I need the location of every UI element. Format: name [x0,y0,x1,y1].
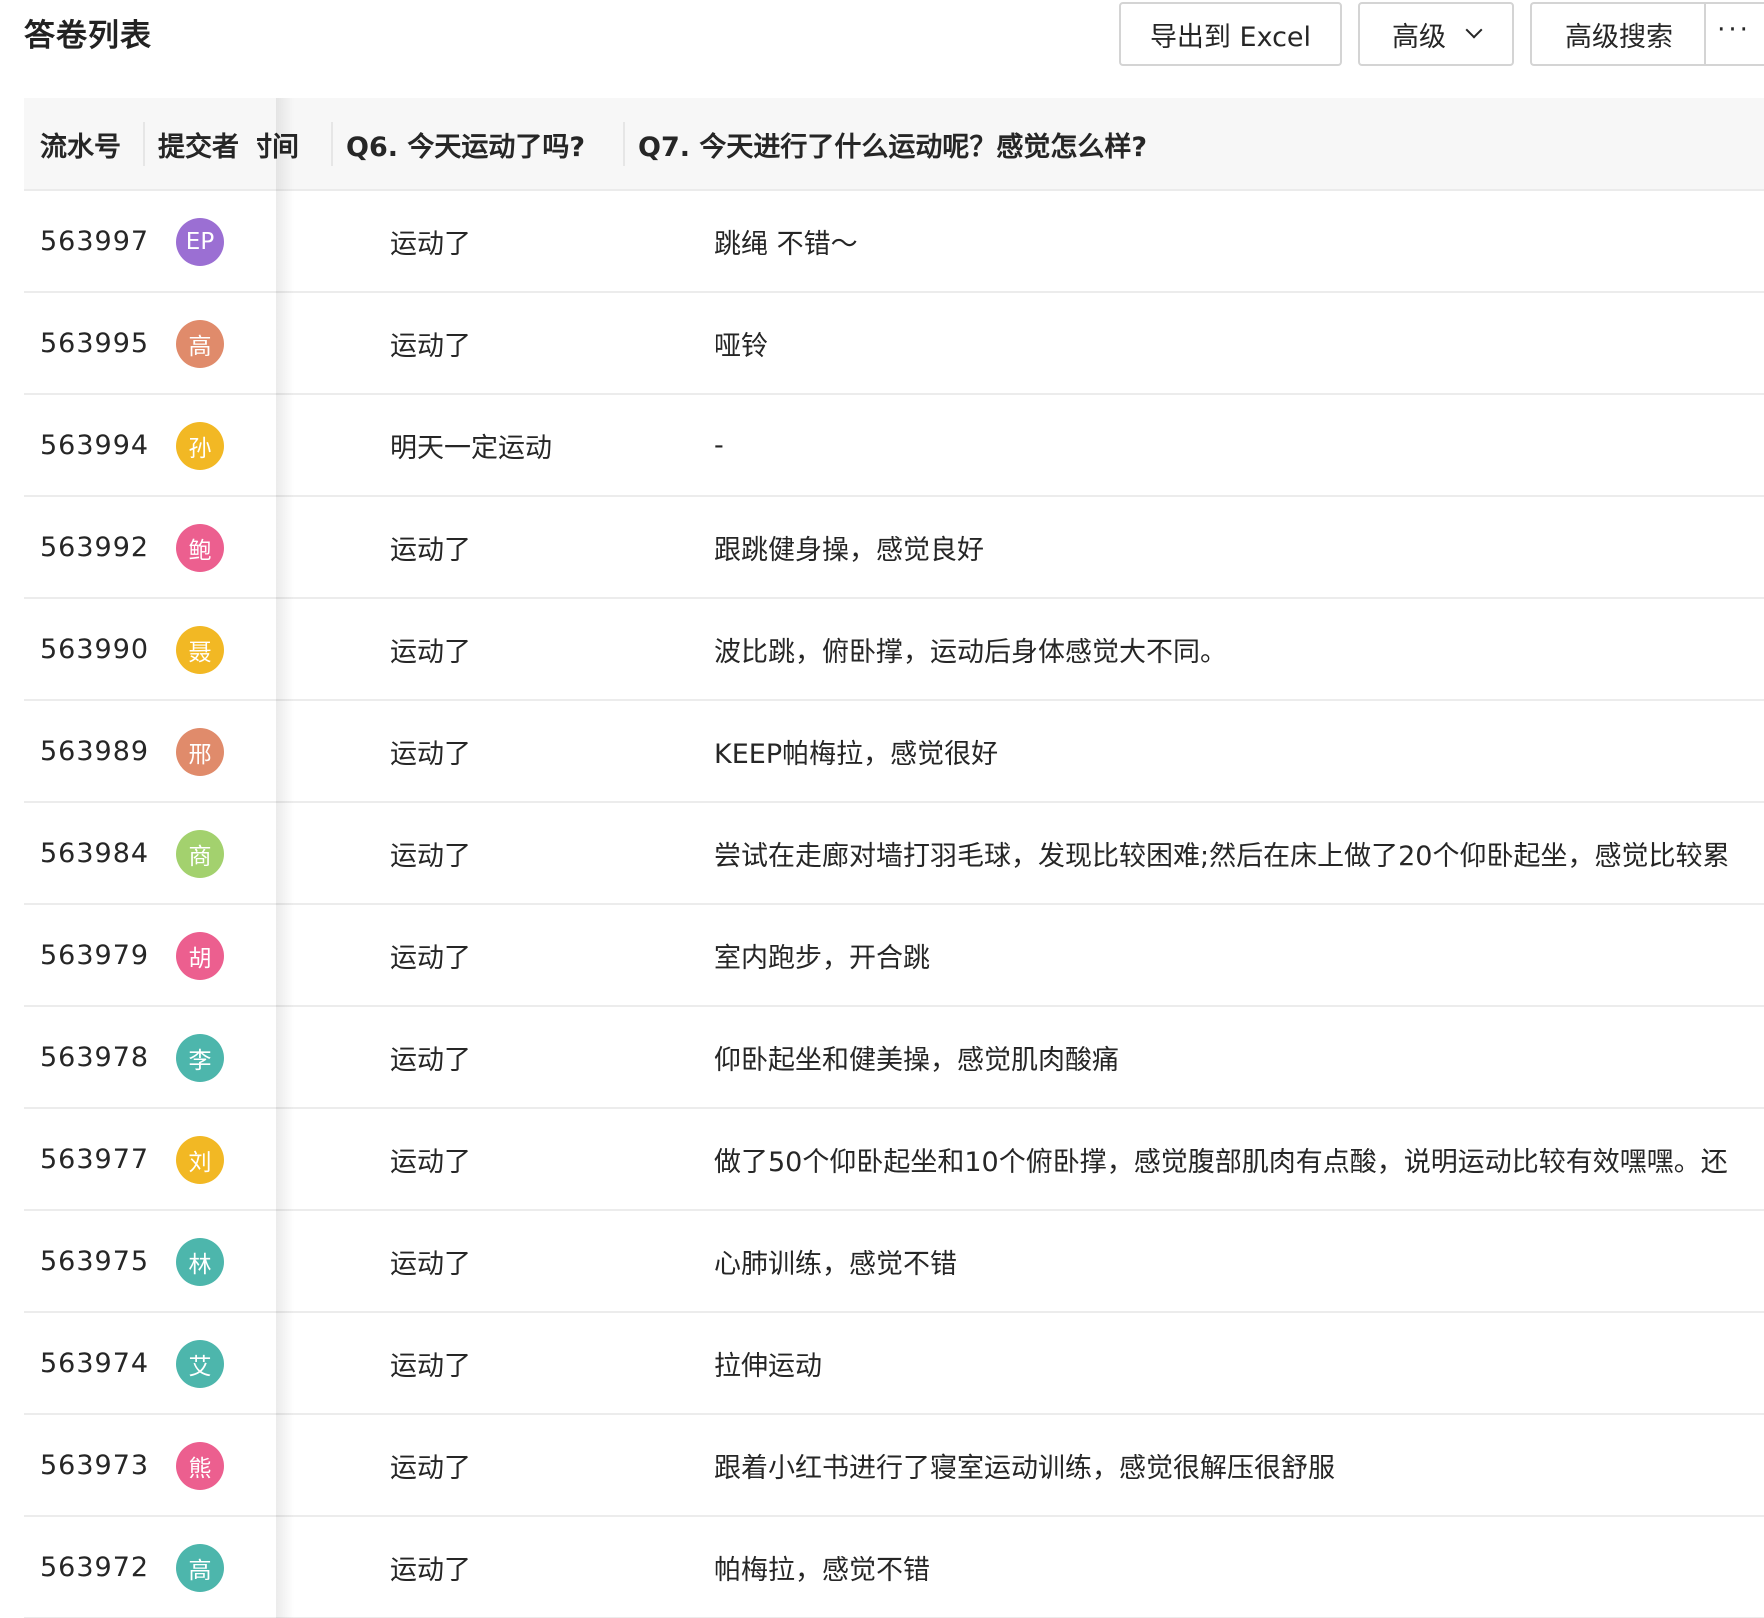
table-row[interactable]: 563972 高 运动了 帕梅拉，感觉不错 [24,1517,1764,1618]
avatar[interactable]: 高 [176,1544,224,1592]
q7-answer: 室内跑步，开合跳 [714,942,930,974]
q6-answer: 运动了 [390,942,471,974]
q6-answer: 运动了 [390,330,471,362]
table-row[interactable]: 563984 商 运动了 尝试在走廊对墙打羽毛球，发现比较困难;然后在床上做了20个仰… [24,803,1764,905]
avatar[interactable]: 熊 [176,1442,224,1490]
more-icon: ··· [1717,15,1751,45]
q6-answer: 运动了 [390,1248,471,1280]
q7-answer: KEEP帕梅拉，感觉很好 [714,738,999,770]
serial-number: 563994 [40,429,150,461]
column-header-serial[interactable]: 流水号 [40,98,140,191]
chevron-down-icon [1465,21,1483,39]
serial-number: 563995 [40,327,150,359]
q6-answer: 运动了 [390,1452,471,1484]
column-header-time[interactable]: 时间 [257,98,333,191]
serial-number: 563990 [40,633,150,665]
avatar[interactable]: 商 [176,830,224,878]
avatar[interactable]: 林 [176,1238,224,1286]
q6-answer: 运动了 [390,636,471,668]
q7-answer: 波比跳，俯卧撑，运动后身体感觉大不同。 [714,636,1227,668]
table-row[interactable]: 563997 EP 运动了 跳绳 不错～ [24,191,1764,293]
column-header-time-label: 时间 [257,132,299,163]
table-header: 流水号 提交者 时间 Q6. 今天运动了吗? Q7. 今天进行了什么运动呢？感觉… [24,98,1764,191]
column-divider [623,122,625,166]
q6-answer: 运动了 [390,534,471,566]
serial-number: 563975 [40,1245,150,1277]
table-row[interactable]: 563977 刘 运动了 做了50个仰卧起坐和10个俯卧撑，感觉腹部肌肉有点酸，说明运… [24,1109,1764,1211]
serial-number: 563972 [40,1551,150,1583]
q6-answer: 运动了 [390,1554,471,1586]
q7-answer: 做了50个仰卧起坐和10个俯卧撑，感觉腹部肌肉有点酸，说明运动比较有效嘿嘿。还 [714,1146,1728,1178]
serial-number: 563997 [40,225,150,257]
advanced-dropdown-button[interactable]: 高级 [1358,2,1514,66]
serial-number: 563978 [40,1041,150,1073]
q7-answer: 尝试在走廊对墙打羽毛球，发现比较困难;然后在床上做了20个仰卧起坐，感觉比较累 [714,840,1730,872]
q7-answer: 跳绳 不错～ [714,228,858,260]
q6-answer: 运动了 [390,1350,471,1382]
serial-number: 563984 [40,837,150,869]
avatar[interactable]: 刘 [176,1136,224,1184]
avatar[interactable]: 邢 [176,728,224,776]
serial-number: 563992 [40,531,150,563]
table-row[interactable]: 563979 胡 运动了 室内跑步，开合跳 [24,905,1764,1007]
q7-answer: 哑铃 [714,330,768,362]
column-header-q7[interactable]: Q7. 今天进行了什么运动呢？感觉怎么样? [638,98,1738,191]
serial-number: 563989 [40,735,150,767]
q7-answer: 心肺训练，感觉不错 [714,1248,957,1280]
responses-table: 流水号 提交者 时间 Q6. 今天运动了吗? Q7. 今天进行了什么运动呢？感觉… [24,98,1764,1618]
serial-number: 563979 [40,939,150,971]
table-row[interactable]: 563978 李 运动了 仰卧起坐和健美操，感觉肌肉酸痛 [24,1007,1764,1109]
table-row[interactable]: 563989 邢 运动了 KEEP帕梅拉，感觉很好 [24,701,1764,803]
avatar[interactable]: 胡 [176,932,224,980]
q7-answer: 跟着小红书进行了寝室运动训练，感觉很解压很舒服 [714,1452,1335,1484]
column-header-submitter[interactable]: 提交者 [158,98,254,191]
serial-number: 563977 [40,1143,150,1175]
avatar[interactable]: 高 [176,320,224,368]
q7-answer: 跟跳健身操，感觉良好 [714,534,984,566]
column-divider [143,122,145,166]
column-header-q6[interactable]: Q6. 今天运动了吗? [346,98,616,191]
page-title: 答卷列表 [24,18,152,54]
serial-number: 563973 [40,1449,150,1481]
avatar[interactable]: 鲍 [176,524,224,572]
q6-answer: 运动了 [390,1146,471,1178]
table-row[interactable]: 563995 高 运动了 哑铃 [24,293,1764,395]
q7-answer: - [714,429,724,461]
avatar[interactable]: 李 [176,1034,224,1082]
q7-answer: 帕梅拉，感觉不错 [714,1554,930,1586]
q7-answer: 仰卧起坐和健美操，感觉肌肉酸痛 [714,1044,1119,1076]
q7-answer: 拉伸运动 [714,1350,822,1382]
table-row[interactable]: 563973 熊 运动了 跟着小红书进行了寝室运动训练，感觉很解压很舒服 [24,1415,1764,1517]
table-row[interactable]: 563975 林 运动了 心肺训练，感觉不错 [24,1211,1764,1313]
avatar[interactable]: 聂 [176,626,224,674]
more-actions-button[interactable]: ··· [1704,2,1764,66]
table-row[interactable]: 563992 鲍 运动了 跟跳健身操，感觉良好 [24,497,1764,599]
export-excel-button[interactable]: 导出到 Excel [1119,2,1342,66]
table-row[interactable]: 563990 聂 运动了 波比跳，俯卧撑，运动后身体感觉大不同。 [24,599,1764,701]
q6-answer: 运动了 [390,228,471,260]
advanced-search-button[interactable]: 高级搜索 [1530,2,1706,66]
q6-answer: 运动了 [390,738,471,770]
table-row[interactable]: 563974 艾 运动了 拉伸运动 [24,1313,1764,1415]
q6-answer: 运动了 [390,840,471,872]
q6-answer: 明天一定运动 [390,432,552,464]
q6-answer: 运动了 [390,1044,471,1076]
serial-number: 563974 [40,1347,150,1379]
column-divider [331,122,333,166]
avatar[interactable]: 艾 [176,1340,224,1388]
avatar[interactable]: 孙 [176,422,224,470]
avatar[interactable]: EP [176,218,224,266]
table-row[interactable]: 563994 孙 明天一定运动 - [24,395,1764,497]
advanced-label: 高级 [1392,21,1446,53]
